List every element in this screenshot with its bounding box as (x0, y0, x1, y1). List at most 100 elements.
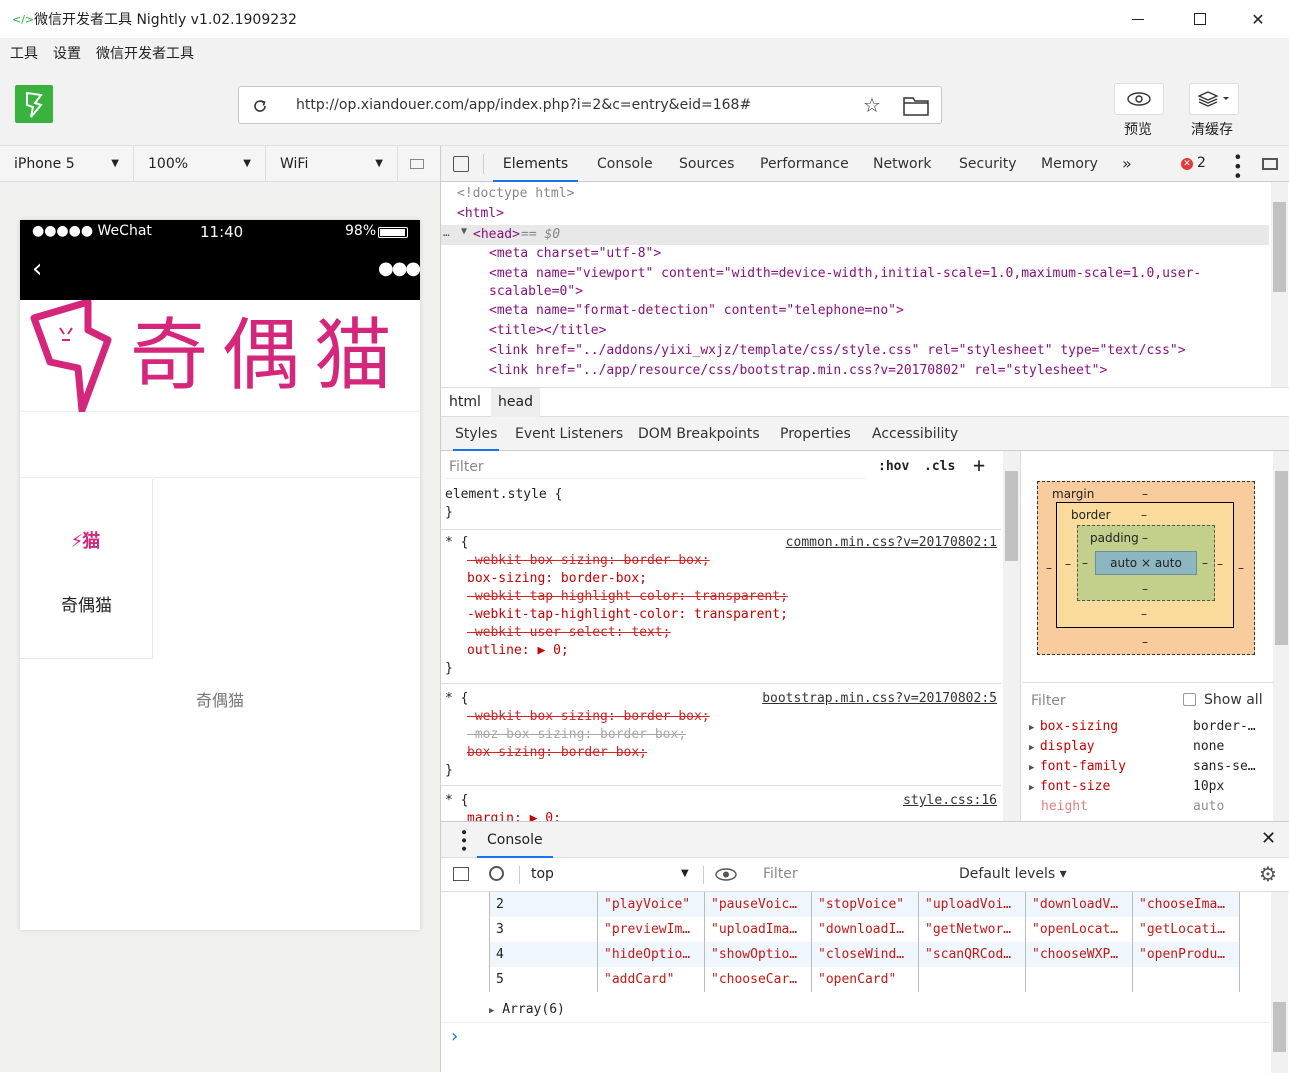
more-icon[interactable]: ●●● (378, 258, 421, 279)
css-property[interactable]: -webkit-tap-highlight-color: transparent… (467, 589, 788, 604)
sidebar-toggle-icon[interactable] (453, 867, 469, 881)
clear-cache-button[interactable] (1189, 83, 1239, 115)
css-property[interactable]: box-sizing: border-box; (467, 571, 647, 586)
star-icon[interactable]: ☆ (863, 93, 881, 117)
styles-scrollbar[interactable] (1003, 451, 1020, 821)
box-content[interactable]: auto × auto (1095, 551, 1197, 575)
close-window-button[interactable]: ✕ (1227, 0, 1289, 38)
console-drawer-tab[interactable]: Console (477, 822, 553, 858)
dom-meta-format[interactable]: <meta name="format-detection" content="t… (489, 303, 904, 318)
styles-filter-input[interactable]: Filter (445, 455, 865, 479)
refresh-icon[interactable] (251, 97, 269, 115)
close-drawer-icon[interactable]: ✕ (1261, 828, 1276, 849)
settings-gear-icon[interactable]: ⚙ (1259, 862, 1277, 886)
box-margin[interactable]: margin – – – – border – – – – padding – … (1037, 481, 1255, 655)
rule-selector[interactable]: * { (445, 691, 468, 706)
tab-event-listeners[interactable]: Event Listeners (515, 417, 623, 451)
css-property[interactable]: -webkit-tap-highlight-color: transparent… (467, 607, 788, 622)
url-bar[interactable]: http://op.xiandouer.com/app/index.php?i=… (238, 86, 942, 124)
clear-console-icon[interactable] (489, 866, 504, 881)
breadcrumb-html[interactable]: html (449, 394, 481, 410)
minimize-button[interactable] (1107, 0, 1169, 38)
rule-source-link[interactable]: common.min.css?v=20170802:1 (786, 535, 997, 550)
maximize-button[interactable] (1169, 0, 1231, 38)
tab-performance[interactable]: Performance (760, 146, 849, 182)
box-padding[interactable]: padding – – – – auto × auto (1077, 525, 1215, 601)
url-input[interactable]: http://op.xiandouer.com/app/index.php?i=… (296, 97, 751, 113)
detach-window-icon[interactable] (410, 158, 424, 169)
cls-toggle[interactable]: .cls (924, 459, 955, 474)
folder-icon[interactable] (903, 96, 929, 116)
network-select[interactable]: WiFi ▼ (266, 145, 398, 182)
show-all-checkbox[interactable] (1183, 693, 1196, 706)
dom-title[interactable]: <title></title> (489, 323, 606, 338)
array-summary[interactable]: ▶ Array(6) (489, 1002, 565, 1017)
rule-selector[interactable]: * { (445, 793, 468, 808)
dom-meta-charset[interactable]: <meta charset="utf-8"> (489, 246, 661, 261)
table-cell: "showOptio… (704, 942, 812, 967)
dom-head-row[interactable]: … ▼ <head> == $0 (441, 225, 1269, 245)
console-prompt[interactable]: › (451, 1026, 458, 1047)
menu-item-tools[interactable]: 工具 (10, 43, 38, 63)
dom-scrollbar[interactable] (1271, 182, 1288, 387)
kebab-menu-icon[interactable]: ••• (1228, 152, 1247, 180)
tab-styles[interactable]: Styles (453, 417, 500, 451)
dom-html[interactable]: <html> (457, 206, 504, 221)
device-select[interactable]: iPhone 5 ▼ (0, 145, 134, 182)
css-property[interactable]: outline: ▶ 0; (467, 643, 569, 658)
tab-elements[interactable]: Elements (493, 146, 578, 182)
menu-item-settings[interactable]: 设置 (53, 43, 81, 63)
element-style-selector[interactable]: element.style { (445, 487, 562, 502)
add-rule-icon[interactable]: + (973, 453, 985, 477)
avatar[interactable] (15, 85, 53, 123)
tab-console[interactable]: Console (597, 146, 653, 182)
back-icon[interactable]: ‹ (32, 256, 42, 282)
computed-filter-input[interactable]: Filter (1031, 693, 1066, 709)
boxmodel-scrollbar[interactable] (1273, 451, 1289, 683)
css-property[interactable]: box-sizing: border-box; (467, 745, 647, 760)
css-property[interactable]: -webkit-user-select: text; (467, 625, 671, 640)
css-property[interactable]: -webkit-box-sizing: border-box; (467, 553, 710, 568)
console-scrollbar[interactable] (1271, 892, 1288, 1073)
computed-row[interactable]: height (1041, 799, 1088, 814)
drawer-menu-icon[interactable]: ••• (455, 828, 471, 853)
dom-link-style[interactable]: <link href="../addons/yixi_wxjz/template… (489, 343, 1186, 358)
computed-row[interactable]: ▶ font-size (1029, 779, 1110, 794)
simulator-area: ●●●●● WeChat 11:40 98% ‹ ●●● 奇偶猫 ⚡猫 奇偶猫 … (0, 182, 440, 1072)
rule-source-link[interactable]: style.css:16 (903, 793, 997, 808)
css-property[interactable]: margin: ▶ 0; (467, 811, 561, 821)
tab-sources[interactable]: Sources (679, 146, 734, 182)
tab-dom-breakpoints[interactable]: DOM Breakpoints (638, 417, 760, 451)
log-levels-select[interactable]: Default levels ▾ (959, 866, 1067, 882)
box-border[interactable]: border – – – – padding – – – – auto × au… (1056, 502, 1234, 628)
grid-tile[interactable]: ⚡猫 奇偶猫 (20, 479, 153, 659)
dom-meta-viewport[interactable]: <meta name="viewport" content="width=dev… (489, 266, 1201, 281)
computed-row[interactable]: ▶ display (1029, 739, 1095, 754)
more-tabs-icon[interactable]: » (1122, 146, 1132, 182)
menu-item-devtools[interactable]: 微信开发者工具 (96, 43, 194, 63)
computed-scrollbar[interactable] (1273, 683, 1289, 821)
zoom-select[interactable]: 100% ▼ (134, 145, 266, 182)
error-count[interactable]: 2 (1197, 155, 1206, 171)
css-property[interactable]: -webkit-box-sizing: border-box; (467, 709, 710, 724)
computed-row[interactable]: ▶ box-sizing (1029, 719, 1118, 734)
rule-source-link[interactable]: bootstrap.min.css?v=20170802:5 (762, 691, 997, 706)
tab-network[interactable]: Network (873, 146, 931, 182)
tab-accessibility[interactable]: Accessibility (872, 417, 958, 451)
dom-link-bootstrap[interactable]: <link href="../app/resource/css/bootstra… (489, 363, 1107, 378)
dock-side-icon[interactable] (1262, 158, 1278, 170)
inspect-icon[interactable] (453, 156, 469, 172)
tab-security[interactable]: Security (959, 146, 1017, 182)
rule-selector[interactable]: * { (445, 535, 468, 550)
preview-button[interactable] (1114, 83, 1164, 115)
computed-row[interactable]: ▶ font-family (1029, 759, 1126, 774)
hov-toggle[interactable]: :hov (878, 459, 909, 474)
tab-memory[interactable]: Memory (1041, 146, 1098, 182)
css-property[interactable]: -moz-box-sizing: border-box; (467, 727, 686, 742)
tab-properties[interactable]: Properties (780, 417, 851, 451)
dom-doctype[interactable]: <!doctype html> (457, 186, 574, 201)
console-filter-input[interactable]: Filter (763, 866, 798, 882)
breadcrumb-head[interactable]: head (491, 388, 540, 417)
eye-icon[interactable] (715, 868, 737, 881)
context-select[interactable]: top (531, 866, 554, 882)
